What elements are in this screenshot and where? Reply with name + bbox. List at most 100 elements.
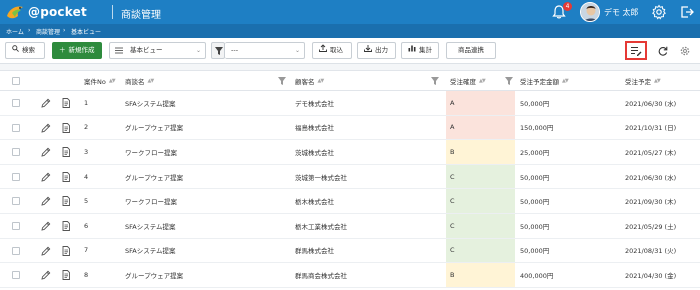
logout-icon[interactable] bbox=[679, 4, 695, 20]
cell-deal-name[interactable]: SFAシステム提案 bbox=[125, 91, 176, 115]
select-all-checkbox[interactable] bbox=[12, 77, 20, 85]
row-checkbox[interactable] bbox=[12, 197, 20, 206]
edit-pencil-icon[interactable] bbox=[41, 246, 51, 256]
cell-date: 2021/09/30 (木) bbox=[625, 198, 677, 207]
detail-document-icon[interactable] bbox=[61, 221, 71, 231]
breadcrumb-separator: › bbox=[63, 27, 66, 34]
chevron-down-icon: ⌄ bbox=[294, 47, 300, 54]
search-icon bbox=[12, 45, 19, 52]
edit-pencil-icon[interactable] bbox=[41, 123, 51, 133]
breadcrumb-separator: › bbox=[28, 27, 31, 34]
cell-amount: 50,000円 bbox=[520, 99, 550, 108]
column-header-no-label: 案件No bbox=[84, 78, 106, 86]
cell-confidence: C bbox=[446, 214, 515, 238]
cell-customer[interactable]: 茨城第一株式会社 bbox=[295, 165, 347, 189]
cell-deal-name[interactable]: グループウェア提案 bbox=[125, 165, 183, 189]
detail-document-icon[interactable] bbox=[61, 171, 71, 182]
row-checkbox[interactable] bbox=[12, 222, 20, 230]
column-header-deal-name[interactable]: 商談名 ▲▼ bbox=[125, 71, 155, 91]
cell-customer[interactable]: デモ株式会社 bbox=[295, 91, 334, 115]
user-name[interactable]: デモ 太郎 bbox=[604, 7, 639, 18]
row-checkbox[interactable] bbox=[12, 99, 20, 107]
detail-document-icon[interactable] bbox=[61, 122, 71, 133]
cell-customer[interactable]: 栃木株式会社 bbox=[295, 189, 334, 213]
avatar[interactable] bbox=[580, 2, 600, 22]
settings-gear-icon[interactable] bbox=[680, 46, 690, 56]
column-filter-icon[interactable] bbox=[505, 77, 513, 85]
column-filter-icon[interactable] bbox=[278, 77, 286, 85]
product-link-button[interactable]: 商品連携 bbox=[446, 42, 496, 59]
cell-no: 8 bbox=[84, 270, 89, 279]
table-row[interactable]: 7 SFAシステム提案 群馬株式会社 C 50,000円 2021/08/31 (火) bbox=[0, 238, 700, 264]
table-row[interactable]: 8 グループウェア提案 群馬商会株式会社 B 400,000円 2021/04/30 (金… bbox=[0, 263, 700, 288]
edit-pencil-icon[interactable] bbox=[41, 196, 51, 206]
detail-document-icon[interactable] bbox=[61, 98, 71, 108]
bird-logo-icon[interactable] bbox=[4, 1, 26, 23]
cell-date: 2021/04/30 (金) bbox=[625, 271, 677, 280]
column-header-date[interactable]: 受注予定 ▲▼ bbox=[625, 71, 661, 91]
column-header-confidence[interactable]: 受注確度 ▲▼ bbox=[450, 71, 486, 91]
table-row[interactable]: 1 SFAシステム提案 デモ株式会社 A 50,000円 2021/06/30 (水) bbox=[0, 91, 700, 116]
filter-toggle[interactable] bbox=[211, 42, 225, 59]
cell-customer[interactable]: 群馬商会株式会社 bbox=[295, 263, 347, 287]
aggregate-button[interactable]: 集計 bbox=[401, 42, 439, 59]
new-record-button[interactable]: ＋新規作成 bbox=[52, 42, 102, 59]
cell-deal-name[interactable]: SFAシステム提案 bbox=[125, 239, 176, 263]
edit-pencil-icon[interactable] bbox=[41, 172, 51, 182]
row-checkbox[interactable] bbox=[12, 123, 20, 132]
table-row[interactable]: 5 ワークフロー提案 栃木株式会社 C 50,000円 2021/09/30 (木) bbox=[0, 189, 700, 214]
column-settings-button[interactable] bbox=[625, 41, 647, 60]
detail-document-icon[interactable] bbox=[61, 147, 71, 158]
table-row[interactable]: 2 グループウェア提案 福島株式会社 A 150,000円 2021/10/31 (日) bbox=[0, 115, 700, 141]
detail-document-icon[interactable] bbox=[61, 196, 71, 207]
filter-select[interactable]: --- ⌄ bbox=[225, 42, 305, 59]
cell-confidence: C bbox=[446, 164, 515, 189]
column-header-customer[interactable]: 顧客名 ▲▼ bbox=[295, 71, 324, 91]
cell-customer[interactable]: 栃木工業株式会社 bbox=[295, 214, 347, 238]
row-checkbox[interactable] bbox=[12, 148, 20, 157]
search-button[interactable]: 検索 bbox=[5, 42, 45, 59]
import-button[interactable]: 取込 bbox=[312, 42, 352, 59]
edit-pencil-icon[interactable] bbox=[41, 98, 51, 108]
column-header-no[interactable]: 案件No ▲▼ bbox=[84, 71, 115, 91]
cell-deal-name[interactable]: ワークフロー提案 bbox=[125, 189, 177, 213]
cell-deal-name[interactable]: SFAシステム提案 bbox=[125, 214, 176, 238]
cell-confidence: A bbox=[446, 91, 515, 115]
row-checkbox[interactable] bbox=[12, 172, 20, 181]
cell-no: 1 bbox=[84, 98, 89, 107]
cell-confidence: B bbox=[446, 263, 515, 287]
table-row[interactable]: 6 SFAシステム提案 栃木工業株式会社 C 50,000円 2021/05/29 (土) bbox=[0, 214, 700, 239]
edit-pencil-icon[interactable] bbox=[41, 147, 51, 157]
cell-deal-name[interactable]: ワークフロー提案 bbox=[125, 140, 177, 164]
export-button[interactable]: 出力 bbox=[357, 42, 396, 59]
table-row[interactable]: 4 グループウェア提案 茨城第一株式会社 C 50,000円 2021/06/30 (水) bbox=[0, 164, 700, 190]
row-checkbox[interactable] bbox=[12, 271, 20, 280]
table-row[interactable]: 3 ワークフロー提案 茨城株式会社 B 25,000円 2021/05/27 (木) bbox=[0, 140, 700, 165]
gear-icon[interactable] bbox=[651, 4, 667, 20]
breadcrumb-module[interactable]: 商談管理 bbox=[36, 27, 60, 36]
row-checkbox[interactable] bbox=[12, 246, 20, 255]
cell-deal-name[interactable]: グループウェア提案 bbox=[125, 116, 183, 140]
sort-icon: ▲▼ bbox=[147, 78, 155, 84]
detail-document-icon[interactable] bbox=[61, 245, 71, 256]
new-record-label: 新規作成 bbox=[68, 46, 95, 54]
view-select[interactable]: 基本ビュー ⌄ bbox=[109, 42, 206, 59]
cell-date: 2021/10/31 (日) bbox=[625, 124, 677, 133]
breadcrumb-home[interactable]: ホーム bbox=[6, 27, 24, 36]
cell-confidence: C bbox=[446, 189, 515, 213]
cell-no: 5 bbox=[84, 197, 89, 206]
cell-customer[interactable]: 福島株式会社 bbox=[295, 116, 334, 140]
cell-date: 2021/08/31 (火) bbox=[625, 247, 677, 256]
cell-customer[interactable]: 茨城株式会社 bbox=[295, 140, 334, 164]
cell-deal-name[interactable]: グループウェア提案 bbox=[125, 263, 183, 287]
edit-pencil-icon[interactable] bbox=[41, 221, 51, 231]
cell-customer[interactable]: 群馬株式会社 bbox=[295, 239, 334, 263]
column-header-confidence-label: 受注確度 bbox=[450, 78, 476, 86]
column-filter-icon[interactable] bbox=[431, 77, 439, 85]
sort-icon: ▲▼ bbox=[562, 78, 569, 84]
edit-pencil-icon[interactable] bbox=[41, 270, 51, 280]
column-header-amount[interactable]: 受注予定金額 ▲▼ bbox=[520, 71, 569, 91]
notification-badge: 4 bbox=[563, 2, 572, 11]
refresh-icon[interactable] bbox=[658, 46, 668, 56]
detail-document-icon[interactable] bbox=[61, 270, 71, 281]
